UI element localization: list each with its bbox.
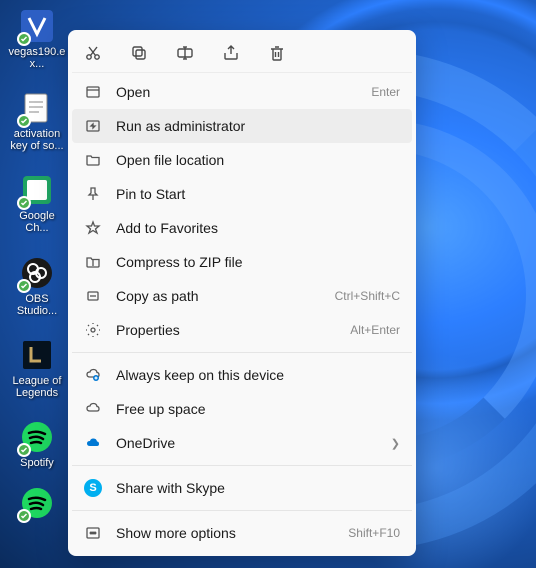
desktop-icon-lol[interactable]: League of Legends <box>8 337 66 399</box>
desktop-icon-label: OBS Studio... <box>8 293 66 317</box>
menu-label: Open file location <box>116 152 400 168</box>
menu-item-compress[interactable]: Compress to ZIP file <box>72 245 412 279</box>
lol-icon <box>19 337 55 373</box>
menu-label: OneDrive <box>116 435 377 451</box>
chrome-icon <box>19 172 55 208</box>
delete-button[interactable] <box>266 42 288 64</box>
menu-item-run-as-admin[interactable]: Run as administrator <box>72 109 412 143</box>
star-icon <box>84 219 102 237</box>
context-menu: Open Enter Run as administrator Open fil… <box>68 30 416 556</box>
zip-icon <box>84 253 102 271</box>
spotify-icon <box>19 419 55 455</box>
menu-item-more-options[interactable]: Show more options Shift+F10 <box>72 516 412 550</box>
cloud-free-icon <box>84 400 102 418</box>
pin-icon <box>84 185 102 203</box>
cut-button[interactable] <box>82 42 104 64</box>
menu-label: Properties <box>116 322 336 338</box>
menu-item-pin-start[interactable]: Pin to Start <box>72 177 412 211</box>
menu-label: Show more options <box>116 525 334 541</box>
menu-item-open-location[interactable]: Open file location <box>72 143 412 177</box>
rename-button[interactable] <box>174 42 196 64</box>
menu-shortcut: Enter <box>371 85 400 99</box>
desktop-icon-label: Google Ch... <box>8 210 66 234</box>
notepad-icon <box>19 90 55 126</box>
menu-label: Open <box>116 84 357 100</box>
menu-label: Always keep on this device <box>116 367 400 383</box>
menu-item-always-keep[interactable]: Always keep on this device <box>72 358 412 392</box>
menu-shortcut: Alt+Enter <box>350 323 400 337</box>
open-icon <box>84 83 102 101</box>
desktop-icon-activation[interactable]: activation key of so... <box>8 90 66 152</box>
skype-icon: S <box>84 479 102 497</box>
menu-label: Share with Skype <box>116 480 400 496</box>
menu-item-favorites[interactable]: Add to Favorites <box>72 211 412 245</box>
menu-shortcut: Ctrl+Shift+C <box>335 289 400 303</box>
menu-item-copy-path[interactable]: Copy as path Ctrl+Shift+C <box>72 279 412 313</box>
onedrive-icon <box>84 434 102 452</box>
menu-label: Pin to Start <box>116 186 400 202</box>
menu-divider <box>72 352 412 353</box>
cloud-keep-icon <box>84 366 102 384</box>
context-menu-toolbar <box>72 34 412 73</box>
desktop-icon-chrome[interactable]: Google Ch... <box>8 172 66 234</box>
admin-icon <box>84 117 102 135</box>
menu-shortcut: Shift+F10 <box>348 526 400 540</box>
menu-label: Free up space <box>116 401 400 417</box>
menu-label: Run as administrator <box>116 118 400 134</box>
more-icon <box>84 524 102 542</box>
menu-item-free-space[interactable]: Free up space <box>72 392 412 426</box>
copy-button[interactable] <box>128 42 150 64</box>
desktop-icon-obs[interactable]: OBS Studio... <box>8 255 66 317</box>
menu-divider <box>72 510 412 511</box>
spotify-icon <box>19 485 55 521</box>
desktop-icon-spotify[interactable]: Spotify <box>8 419 66 469</box>
menu-label: Copy as path <box>116 288 321 304</box>
desktop-icons-column: vegas190.ex... activation key of so... G… <box>8 8 66 521</box>
folder-icon <box>84 151 102 169</box>
desktop-icon-label: vegas190.ex... <box>8 46 66 70</box>
menu-item-open[interactable]: Open Enter <box>72 75 412 109</box>
desktop-icon-label: Spotify <box>20 457 54 469</box>
menu-label: Add to Favorites <box>116 220 400 236</box>
vegas-icon <box>19 8 55 44</box>
desktop-icon-label: League of Legends <box>8 375 66 399</box>
desktop-icon-vegas[interactable]: vegas190.ex... <box>8 8 66 70</box>
properties-icon <box>84 321 102 339</box>
share-button[interactable] <box>220 42 242 64</box>
desktop-icon-partial[interactable] <box>8 489 66 521</box>
chevron-right-icon: ❯ <box>391 437 400 450</box>
desktop-icon-label: activation key of so... <box>8 128 66 152</box>
obs-icon <box>19 255 55 291</box>
menu-item-skype[interactable]: S Share with Skype <box>72 471 412 505</box>
menu-item-onedrive[interactable]: OneDrive ❯ <box>72 426 412 460</box>
copy-path-icon <box>84 287 102 305</box>
menu-divider <box>72 465 412 466</box>
menu-label: Compress to ZIP file <box>116 254 400 270</box>
menu-item-properties[interactable]: Properties Alt+Enter <box>72 313 412 347</box>
